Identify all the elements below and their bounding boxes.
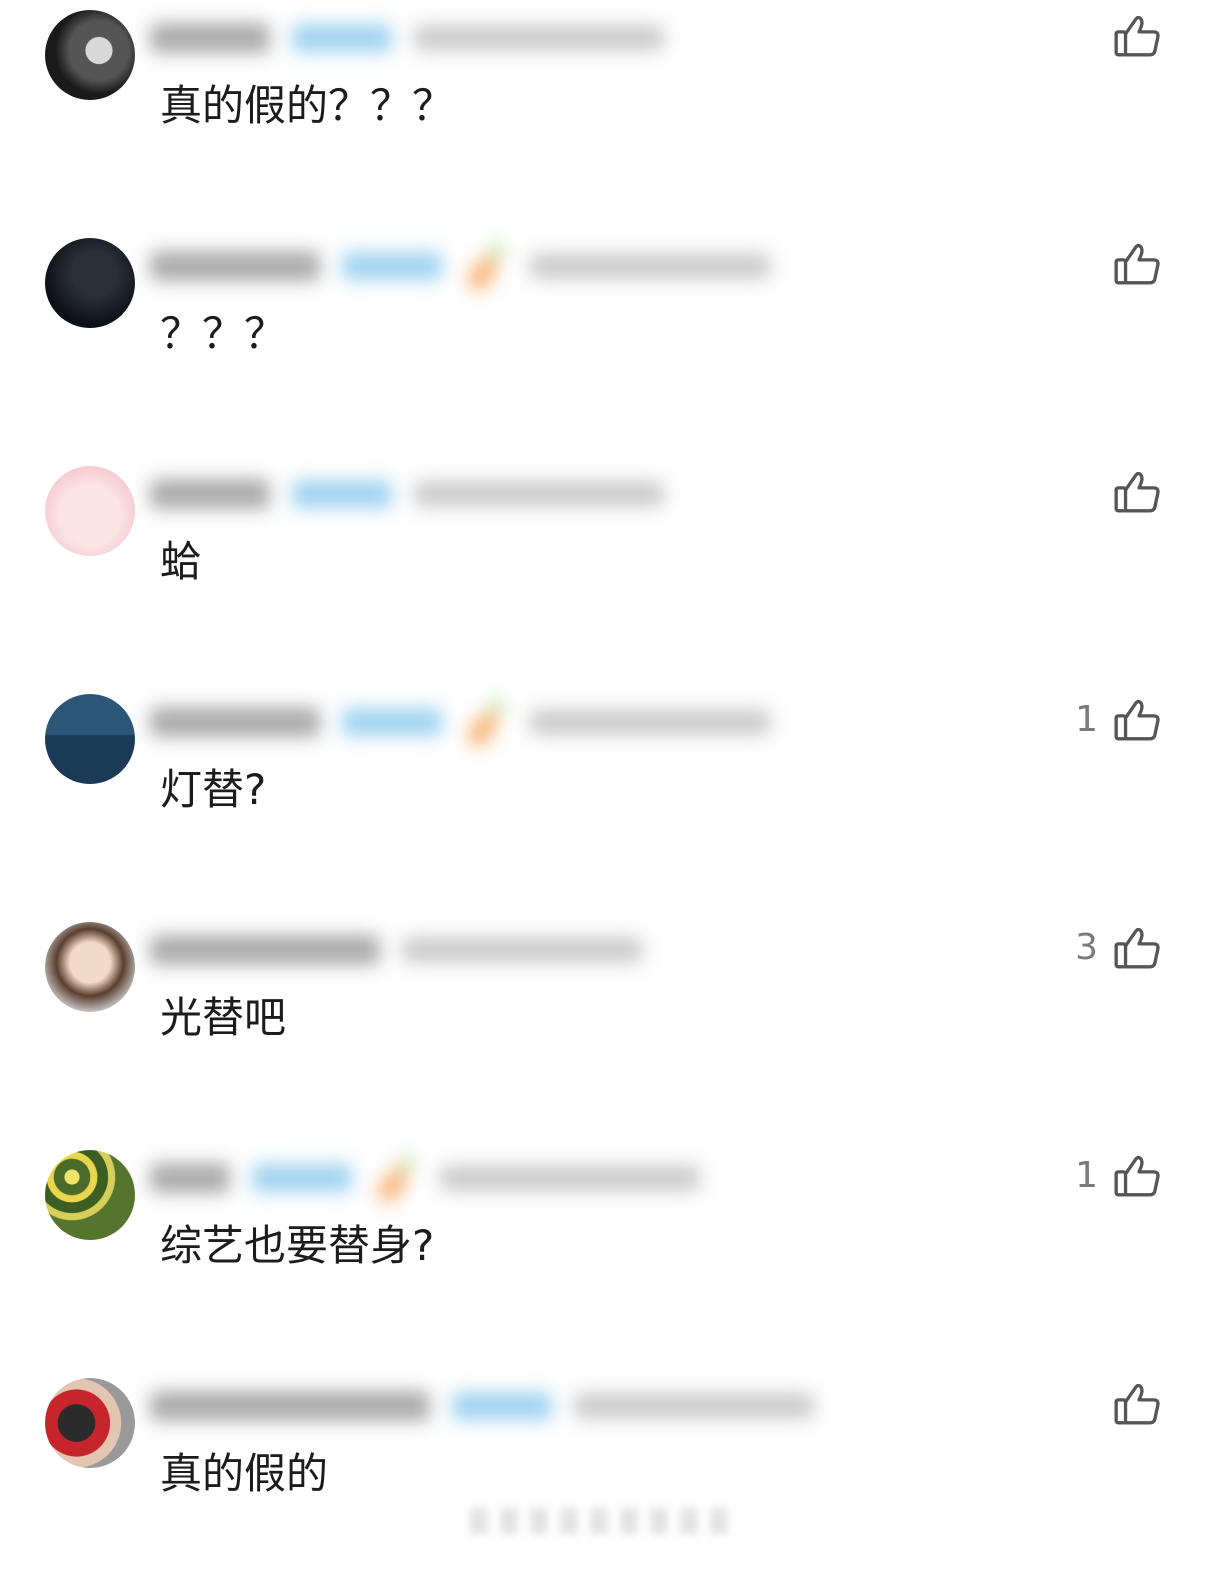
comment-meta-blurred <box>414 25 664 51</box>
comment-item: 蛤 <box>0 456 1206 684</box>
avatar[interactable] <box>45 694 135 784</box>
blurred-user-info <box>150 244 770 295</box>
comment-item: 灯替? 1 <box>0 684 1206 912</box>
like-button[interactable]: 1 <box>1075 1150 1162 1200</box>
blurred-user-info <box>150 472 664 516</box>
username-blurred[interactable] <box>150 1391 430 1421</box>
user-badge-blurred <box>342 708 442 736</box>
avatar[interactable] <box>45 10 135 100</box>
blurred-user-info <box>150 1384 814 1428</box>
carrot-icon <box>373 1156 418 1207</box>
watermark <box>470 1508 740 1534</box>
username-blurred[interactable] <box>150 23 270 53</box>
avatar[interactable] <box>45 466 135 556</box>
user-badge-blurred <box>292 24 392 52</box>
comment-meta-blurred <box>530 253 770 279</box>
comment-text: 真的假的？？？ <box>160 81 455 130</box>
thumbs-up-icon <box>1112 1150 1162 1200</box>
blurred-user-info <box>150 928 642 972</box>
username-blurred[interactable] <box>150 1163 230 1193</box>
like-button[interactable] <box>1098 1378 1162 1428</box>
comment-text: 真的假的 <box>160 1449 329 1498</box>
blurred-user-info <box>150 16 664 60</box>
comment-meta-blurred <box>530 709 770 735</box>
thumbs-up-icon <box>1112 10 1162 60</box>
user-badge-blurred <box>452 1392 552 1420</box>
blurred-user-info <box>150 700 770 751</box>
user-badge-blurred <box>252 1164 352 1192</box>
like-count: 3 <box>1075 926 1098 968</box>
comment-text: 蛤 <box>160 537 203 586</box>
username-blurred[interactable] <box>150 935 380 965</box>
carrot-icon <box>463 700 508 751</box>
thumbs-up-icon <box>1112 694 1162 744</box>
like-button[interactable]: 1 <box>1075 694 1162 744</box>
username-blurred[interactable] <box>150 479 270 509</box>
carrot-icon <box>463 244 508 295</box>
thumbs-up-icon <box>1112 466 1162 516</box>
comment-meta-blurred <box>402 937 642 963</box>
username-blurred[interactable] <box>150 707 320 737</box>
avatar[interactable] <box>45 1150 135 1240</box>
comment-meta-blurred <box>440 1165 700 1191</box>
thumbs-up-icon <box>1112 922 1162 972</box>
like-count: 1 <box>1075 698 1098 740</box>
comment-item: 综艺也要替身? 1 <box>0 1140 1206 1368</box>
like-button[interactable] <box>1098 466 1162 516</box>
username-blurred[interactable] <box>150 251 320 281</box>
comment-item: 光替吧 3 <box>0 912 1206 1140</box>
avatar[interactable] <box>45 922 135 1012</box>
comment-item: 真的假的？？？ <box>0 0 1206 228</box>
user-badge-blurred <box>292 480 392 508</box>
comment-text: 综艺也要替身? <box>160 1221 435 1270</box>
comment-item: ？？？ <box>0 228 1206 456</box>
like-button[interactable]: 3 <box>1075 922 1162 972</box>
like-count: 1 <box>1075 1154 1098 1196</box>
comment-meta-blurred <box>574 1393 814 1419</box>
blurred-user-info <box>150 1156 700 1207</box>
comment-item: 真的假的 <box>0 1368 1206 1596</box>
thumbs-up-icon <box>1112 1378 1162 1428</box>
thumbs-up-icon <box>1112 238 1162 288</box>
comment-meta-blurred <box>414 481 664 507</box>
like-button[interactable] <box>1098 10 1162 60</box>
comment-text: 灯替? <box>160 765 267 814</box>
avatar[interactable] <box>45 1378 135 1468</box>
like-button[interactable] <box>1098 238 1162 288</box>
user-badge-blurred <box>342 252 442 280</box>
avatar[interactable] <box>45 238 135 328</box>
comment-text: ？？？ <box>160 309 287 358</box>
comment-text: 光替吧 <box>160 993 287 1042</box>
